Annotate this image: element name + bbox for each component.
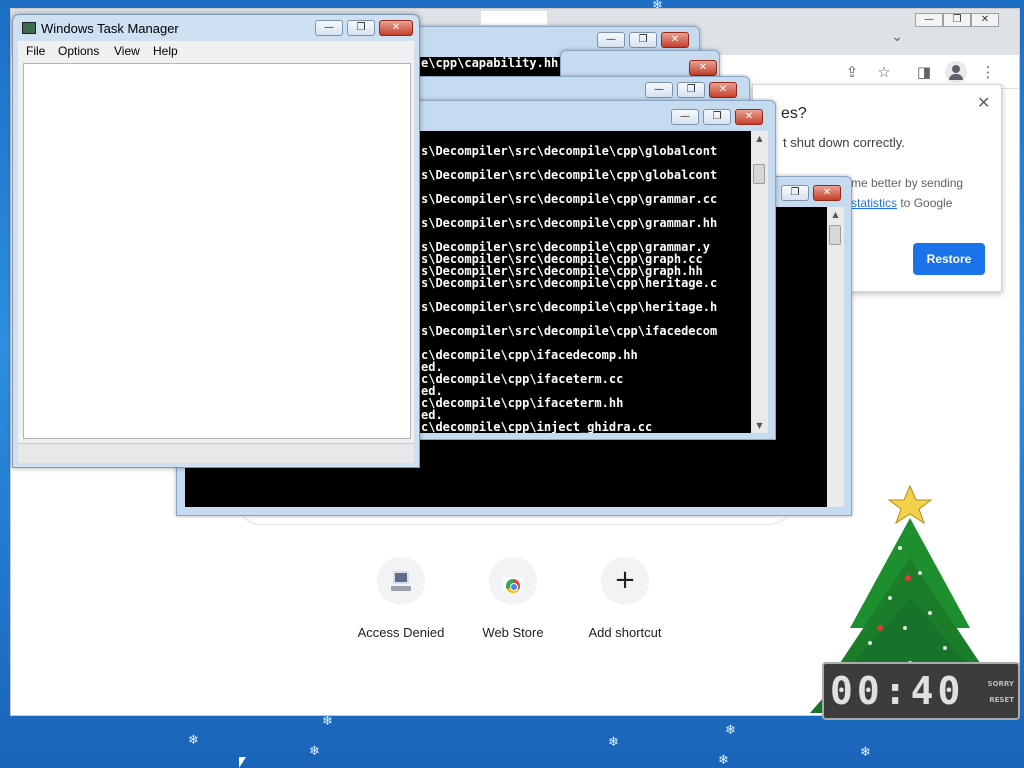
maximize-button[interactable]: ❐ [943,13,971,27]
plus-icon: + [601,557,649,605]
minimize-button[interactable]: — [315,20,343,36]
consent-text: me better by sending [851,176,964,190]
close-button[interactable]: ✕ [689,60,717,76]
maximize-button[interactable]: ❐ [703,109,731,125]
profile-icon[interactable] [945,61,967,83]
scroll-thumb[interactable] [753,164,765,184]
browser-tab[interactable] [481,11,547,25]
mouse-cursor-icon [239,757,246,768]
close-button[interactable]: ✕ [813,185,841,201]
close-button[interactable]: ✕ [379,20,413,36]
task-manager-window: Windows Task Manager — ❐ ✕ File Options … [12,14,420,468]
share-icon[interactable]: ⇪ [841,61,863,83]
scroll-thumb[interactable] [829,225,841,245]
close-icon[interactable]: ✕ [977,93,990,112]
consent-suffix: to Google [897,196,953,210]
snowflake-icon: ❄ [309,744,320,759]
console-output: s\Decompiler\src\decompile\cpp\globalcon… [401,131,751,433]
minimize-button[interactable]: — [645,82,673,98]
side-panel-icon[interactable]: ◨ [913,61,935,83]
close-button[interactable]: ✕ [709,82,737,98]
chevron-down-icon[interactable]: ⌄ [891,29,903,45]
task-manager-body [18,61,414,463]
web-store-icon [489,557,537,605]
console-scrollbar[interactable]: ▲ ▼ [751,131,768,433]
kebab-menu-icon[interactable]: ⋮ [977,61,999,83]
scroll-down-icon[interactable]: ▼ [751,418,768,433]
console-window-front: — ❐ ✕ s\Decompiler\src\decompile\cpp\glo… [400,100,776,440]
consent-line: statistics to Google [851,196,952,210]
maximize-button[interactable]: ❐ [677,82,705,98]
minimize-button[interactable]: — [915,13,943,27]
shortcut-web-store[interactable]: Web Store [458,557,568,640]
console-text: s\Decompiler\src\decompile\cpp\globalcon… [421,144,718,433]
star-icon[interactable]: ☆ [873,61,895,83]
scroll-up-icon[interactable]: ▲ [751,131,768,146]
task-manager-icon [22,22,36,34]
snowflake-icon: ❄ [725,723,736,738]
snowflake-icon: ❄ [188,733,199,748]
dialog-message: t shut down correctly. [783,135,905,150]
close-button[interactable]: ✕ [661,32,689,48]
menu-view[interactable]: View [114,44,140,58]
computer-icon [377,557,425,605]
maximize-button[interactable]: ❐ [781,185,809,201]
clock-digits: 00:40 [830,669,965,713]
snowflake-icon: ❄ [322,714,333,729]
console-line: e\cpp\capability.hh [421,56,559,70]
maximize-button[interactable]: ❐ [629,32,657,48]
shortcut-label: Access Denied [357,625,445,640]
star-icon [887,484,933,525]
minimize-button[interactable]: — [597,32,625,48]
clock-label-bottom: RESET [989,696,1014,704]
scroll-up-icon[interactable]: ▲ [827,207,844,222]
shortcut-label: Web Store [482,625,544,640]
minimize-button[interactable]: — [671,109,699,125]
snowflake-icon: ❄ [718,753,729,768]
shortcut-label: Add shortcut [588,625,662,640]
snowflake-icon: ❄ [608,735,619,750]
menu-options[interactable]: Options [58,44,99,58]
menu-bar: File Options View Help [18,41,414,61]
statistics-link[interactable]: statistics [851,196,897,210]
console-scrollbar[interactable]: ▲ [827,207,844,507]
window-title: Windows Task Manager [41,21,179,36]
shortcut-access-denied[interactable]: Access Denied [346,557,456,640]
task-manager-content [23,63,411,439]
close-button[interactable]: ✕ [971,13,999,27]
restore-button[interactable]: Restore [913,243,985,275]
clock-label-top: SORRY [987,680,1014,688]
shortcut-add[interactable]: + Add shortcut [570,557,680,640]
status-bar [18,443,414,463]
maximize-button[interactable]: ❐ [347,20,375,36]
snowflake-icon: ❄ [860,745,871,760]
menu-help[interactable]: Help [153,44,178,58]
dialog-title: es? [781,105,807,122]
close-button[interactable]: ✕ [735,109,763,125]
desktop-clock-widget: 00:40 SORRY RESET [822,662,1020,720]
menu-file[interactable]: File [26,44,45,58]
